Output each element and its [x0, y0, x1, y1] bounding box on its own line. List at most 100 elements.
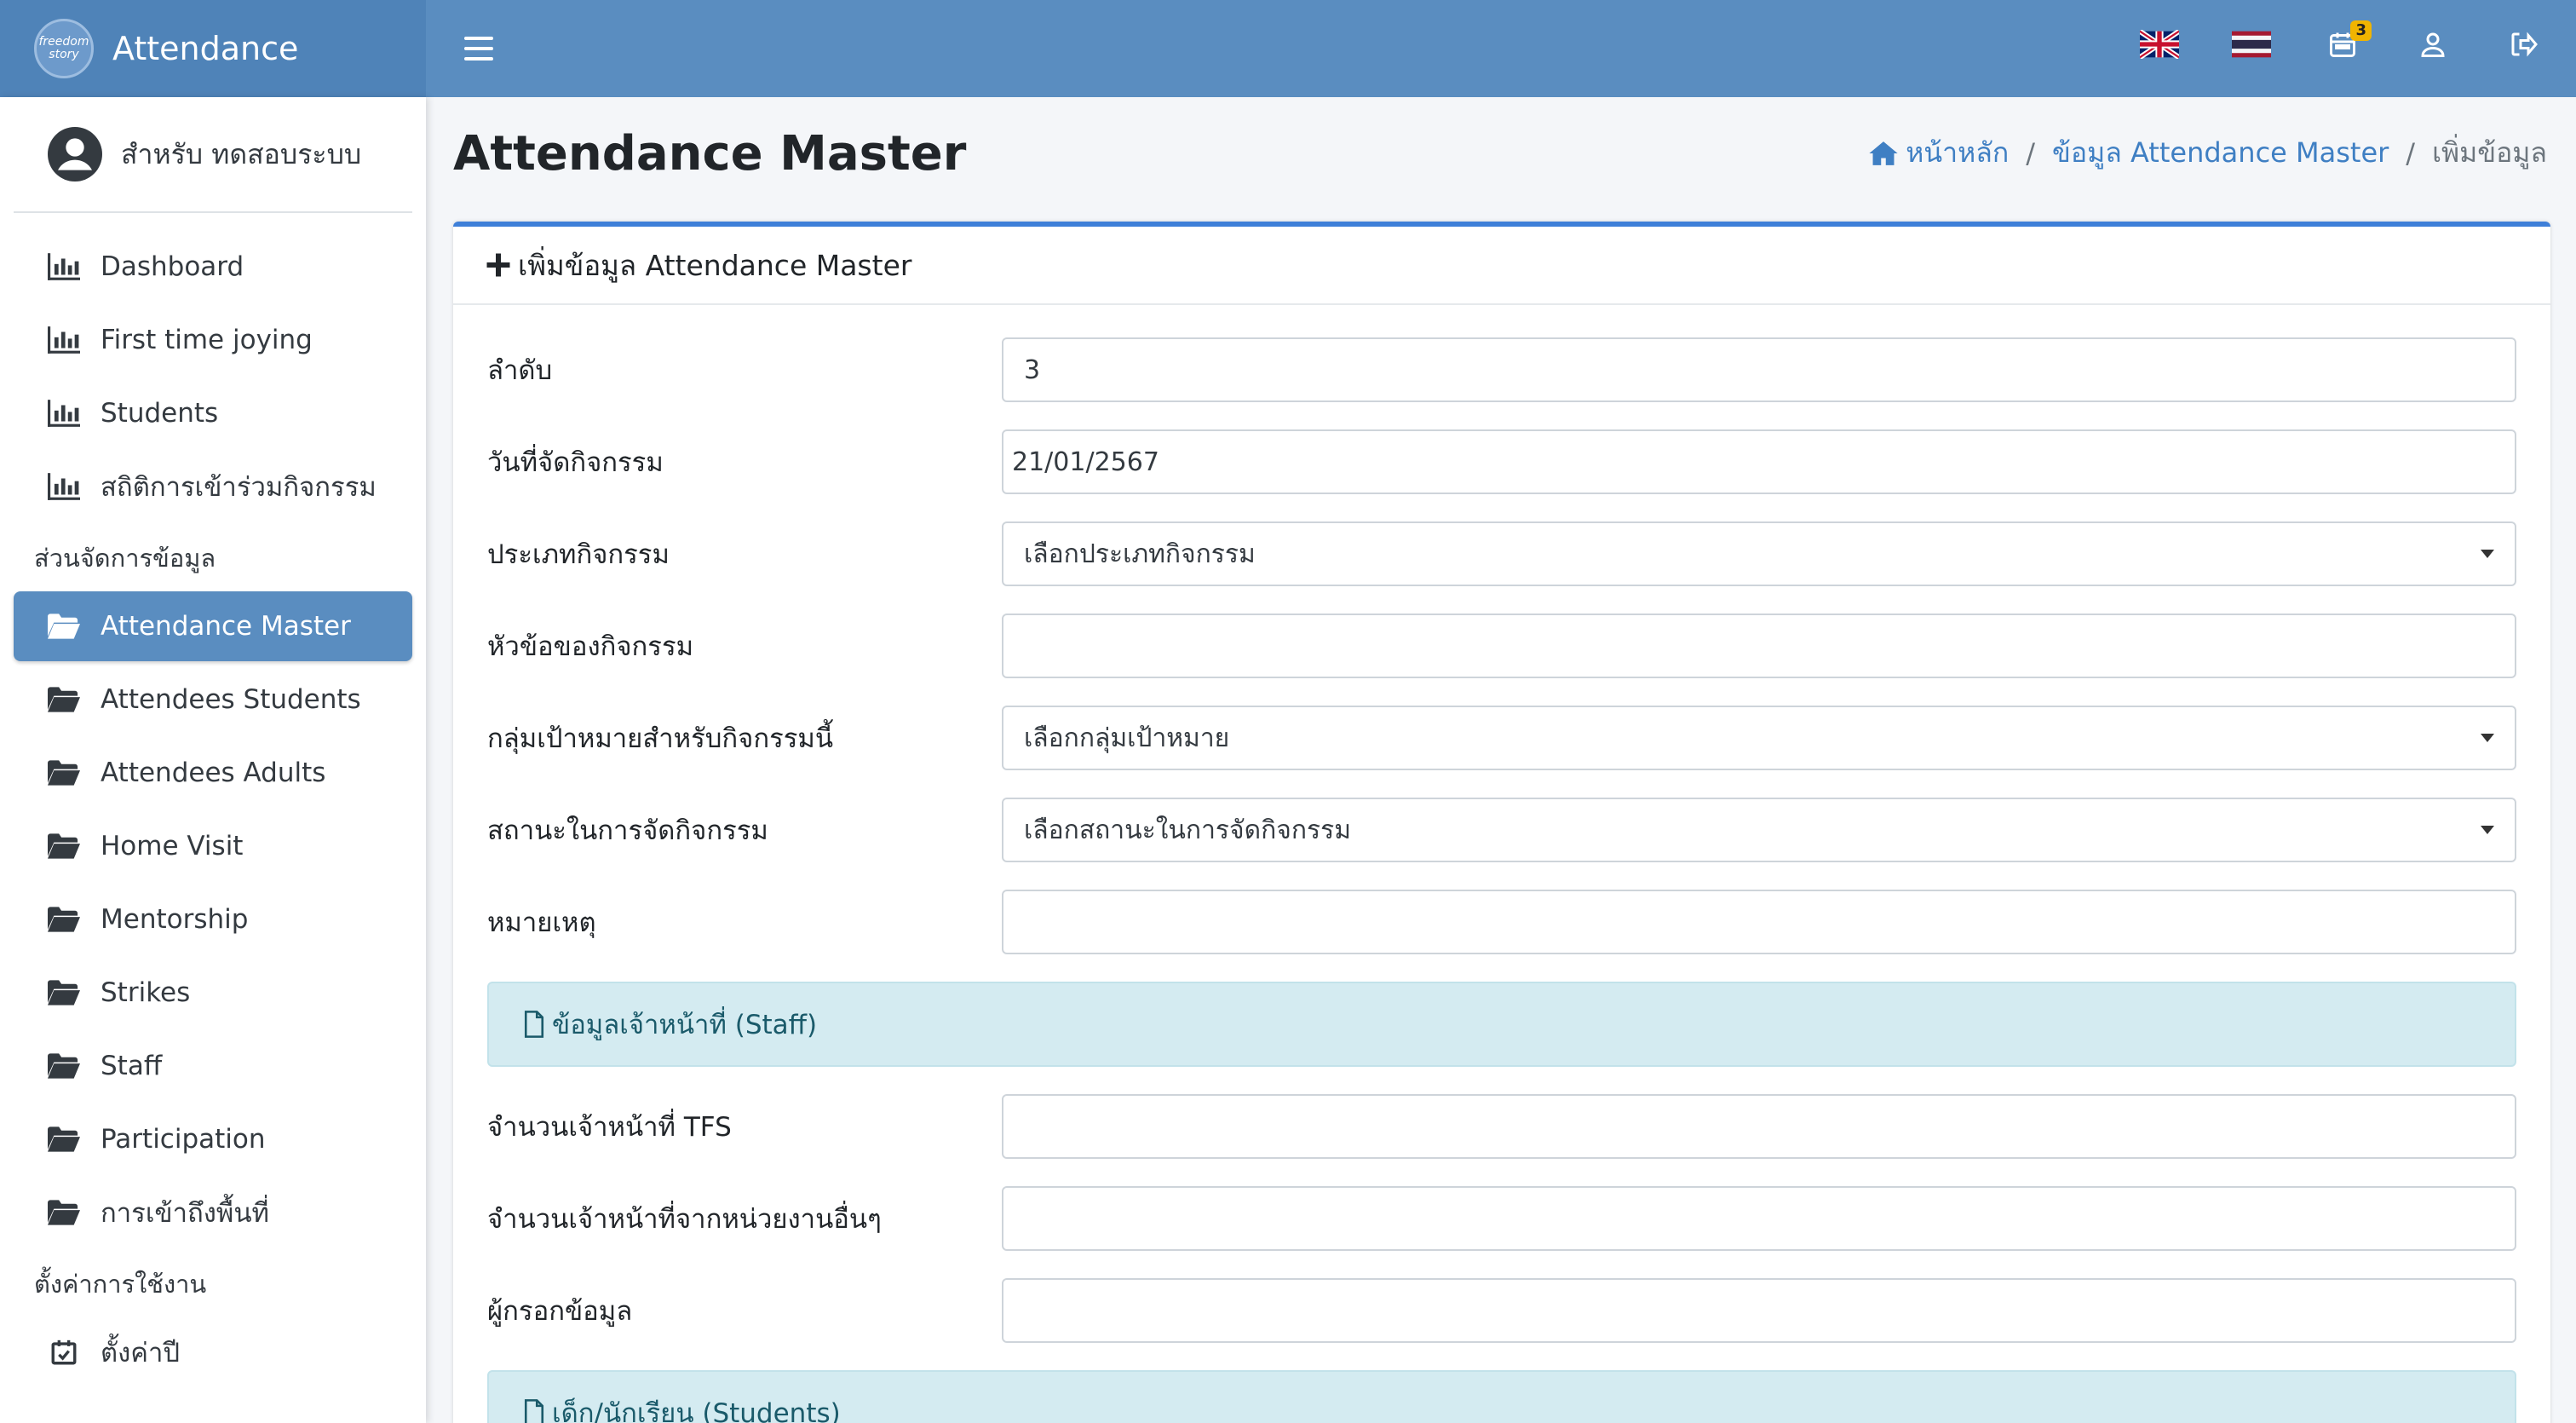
- breadcrumb-section[interactable]: ข้อมูล Attendance Master: [2052, 131, 2389, 175]
- sidebar-item-students[interactable]: Students: [14, 378, 412, 448]
- staff-section-header: ข้อมูลเจ้าหน้าที่ (Staff): [487, 982, 2516, 1067]
- sidebar-section-manage: ส่วนจัดการข้อมูล: [34, 544, 216, 573]
- sidebar-item-label: Students: [101, 398, 219, 429]
- activity-type-selected: เลือกประเภทกิจกรรม: [1024, 539, 1256, 569]
- sidebar-item-activity-stats[interactable]: สถิติการเข้าร่วมกิจกรรม: [14, 452, 412, 521]
- location-select[interactable]: เลือกสถานะในการจัดกิจกรรม: [1002, 798, 2516, 862]
- caret-down-icon: [2481, 550, 2494, 558]
- sidebar-section-settings: ตั้งค่าการใช้งาน: [34, 1270, 207, 1299]
- sidebar-item-label: Strikes: [101, 977, 191, 1008]
- notification-badge: 3: [2350, 20, 2372, 41]
- tfs-staff-input[interactable]: [1002, 1094, 2516, 1159]
- folder-open-icon: [48, 1125, 80, 1154]
- target-group-select[interactable]: เลือกกลุ่มเป้าหมาย: [1002, 706, 2516, 770]
- calendar-icon[interactable]: 3: [2324, 20, 2372, 63]
- user-panel[interactable]: สำหรับ ทดสอบระบบ: [14, 97, 412, 213]
- file-icon: [524, 1011, 544, 1038]
- sidebar-item-label: Attendance Master: [101, 611, 351, 642]
- sidebar: สำหรับ ทดสอบระบบ Dashboard First time jo…: [0, 97, 426, 1423]
- recorder-label: ผู้กรอกข้อมูล: [487, 1296, 633, 1327]
- folder-open-icon: [48, 1051, 80, 1080]
- other-staff-input[interactable]: [1002, 1186, 2516, 1251]
- breadcrumb-home[interactable]: หน้าหลัก: [1868, 131, 2009, 175]
- activity-type-label: ประเภทกิจกรรม: [487, 539, 670, 570]
- sidebar-item-label: Staff: [101, 1051, 163, 1081]
- target-group-selected: เลือกกลุ่มเป้าหมาย: [1024, 723, 1230, 753]
- sidebar-item-attendees-students[interactable]: Attendees Students: [14, 665, 412, 735]
- breadcrumb-separator: /: [2026, 136, 2035, 170]
- thai-flag-icon[interactable]: [2232, 30, 2271, 59]
- sidebar-item-area-access[interactable]: การเข้าถึงพื้นที่: [14, 1178, 412, 1247]
- sidebar-item-participation[interactable]: Participation: [14, 1104, 412, 1174]
- folder-open-icon: [48, 1198, 80, 1227]
- plus-icon: [486, 253, 510, 277]
- logout-icon[interactable]: [2504, 26, 2542, 63]
- form-row-activity-type: ประเภทกิจกรรม เลือกประเภทกิจกรรม: [487, 521, 2516, 586]
- sidebar-item-label: Participation: [101, 1124, 266, 1155]
- activity-topic-label: หัวข้อของกิจกรรม: [487, 631, 694, 662]
- form-row-tfs-staff: จำนวนเจ้าหน้าที่ TFS: [487, 1094, 2516, 1159]
- activity-date-label: วันที่จัดกิจกรรม: [487, 447, 664, 478]
- location-selected: เลือกสถานะในการจัดกิจกรรม: [1024, 815, 1352, 845]
- sidebar-item-first-time-joying[interactable]: First time joying: [14, 305, 412, 375]
- sidebar-item-mentorship[interactable]: Mentorship: [14, 884, 412, 954]
- sidebar-item-year-settings[interactable]: ตั้งค่าปี: [14, 1317, 412, 1387]
- brand-title: Attendance: [112, 30, 299, 67]
- folder-open-icon: [48, 685, 80, 714]
- breadcrumb: หน้าหลัก / ข้อมูล Attendance Master / เพ…: [1868, 131, 2547, 175]
- user-avatar-icon: [48, 127, 102, 181]
- sidebar-item-attendees-adults[interactable]: Attendees Adults: [14, 738, 412, 808]
- remarks-input[interactable]: [1002, 890, 2516, 954]
- uk-flag-icon[interactable]: [2140, 30, 2179, 59]
- sidebar-item-attendance-master[interactable]: Attendance Master: [14, 591, 412, 661]
- file-icon: [524, 1399, 544, 1423]
- page-title: Attendance Master: [453, 126, 967, 181]
- form-row-target-group: กลุ่มเป้าหมายสำหรับกิจกรรมนี้ เลือกกลุ่ม…: [487, 706, 2516, 770]
- form-row-order: ลำดับ: [487, 337, 2516, 402]
- order-input[interactable]: [1002, 337, 2516, 402]
- breadcrumb-separator: /: [2406, 136, 2416, 170]
- menu-icon[interactable]: [464, 32, 493, 66]
- bar-chart-icon: [48, 326, 80, 354]
- form-row-remarks: หมายเหตุ: [487, 890, 2516, 954]
- activity-date-input[interactable]: [1002, 429, 2516, 494]
- user-icon[interactable]: [2414, 26, 2452, 63]
- sidebar-item-home-visit[interactable]: Home Visit: [14, 811, 412, 881]
- card-header: เพิ่มข้อมูล Attendance Master: [453, 227, 2550, 305]
- activity-type-select[interactable]: เลือกประเภทกิจกรรม: [1002, 521, 2516, 586]
- caret-down-icon: [2481, 826, 2494, 834]
- tfs-staff-label: จำนวนเจ้าหน้าที่ TFS: [487, 1112, 732, 1143]
- main-content: Attendance Master หน้าหลัก / ข้อมูล Atte…: [426, 97, 2576, 1423]
- folder-open-icon: [48, 612, 80, 641]
- breadcrumb-current: เพิ่มข้อมูล: [2432, 136, 2547, 169]
- bar-chart-icon: [48, 399, 80, 428]
- brand[interactable]: freedom story Attendance: [0, 0, 426, 97]
- form-card: เพิ่มข้อมูล Attendance Master ลำดับ วันท…: [453, 222, 2550, 1423]
- calendar-check-icon: [48, 1338, 80, 1367]
- students-section-header: เด็ก/นักเรียน (Students): [487, 1370, 2516, 1423]
- sidebar-item-staff[interactable]: Staff: [14, 1031, 412, 1101]
- sidebar-item-label: First time joying: [101, 325, 313, 355]
- brand-logo: freedom story: [34, 19, 94, 78]
- sidebar-item-strikes[interactable]: Strikes: [14, 958, 412, 1028]
- activity-topic-input[interactable]: [1002, 614, 2516, 678]
- sidebar-item-label: การเข้าถึงพื้นที่: [101, 1198, 269, 1229]
- sidebar-item-dashboard[interactable]: Dashboard: [14, 232, 412, 302]
- form-row-activity-date: วันที่จัดกิจกรรม: [487, 429, 2516, 494]
- other-staff-label: จำนวนเจ้าหน้าที่จากหน่วยงานอื่นๆ: [487, 1204, 882, 1235]
- folder-open-icon: [48, 905, 80, 934]
- bar-chart-icon: [48, 252, 80, 281]
- folder-open-icon: [48, 758, 80, 787]
- students-section-title: เด็ก/นักเรียน (Students): [552, 1398, 841, 1423]
- form-row-activity-topic: หัวข้อของกิจกรรม: [487, 614, 2516, 678]
- location-label: สถานะในการจัดกิจกรรม: [487, 815, 768, 846]
- order-label: ลำดับ: [487, 355, 553, 386]
- form-row-other-staff: จำนวนเจ้าหน้าที่จากหน่วยงานอื่นๆ: [487, 1186, 2516, 1251]
- sidebar-item-label: Mentorship: [101, 904, 249, 935]
- sidebar-item-label: สถิติการเข้าร่วมกิจกรรม: [101, 472, 377, 503]
- sidebar-item-label: Dashboard: [101, 251, 244, 282]
- card-title: เพิ่มข้อมูล Attendance Master: [518, 248, 912, 282]
- home-icon: [1869, 141, 1898, 165]
- folder-open-icon: [48, 832, 80, 861]
- recorder-input[interactable]: [1002, 1278, 2516, 1343]
